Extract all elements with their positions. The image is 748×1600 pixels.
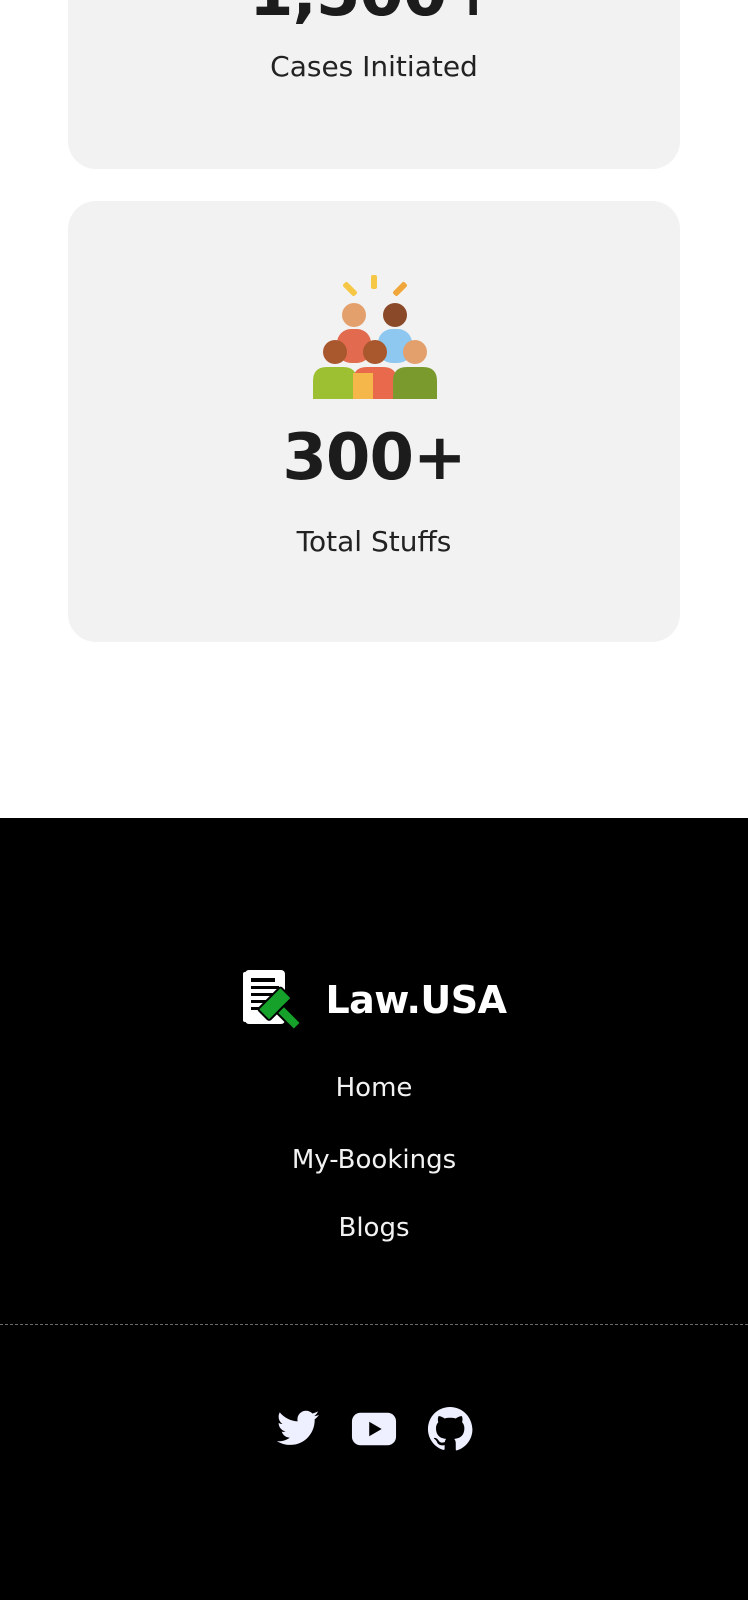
- stat-label-staff: Total Stuffs: [296, 525, 452, 558]
- footer-link-blogs[interactable]: Blogs: [0, 1215, 748, 1241]
- github-icon: [427, 1406, 473, 1451]
- people-group-icon: [313, 275, 437, 399]
- footer-link-home[interactable]: Home: [0, 1075, 748, 1101]
- document-gavel-icon: [243, 970, 303, 1032]
- twitter-link[interactable]: [275, 1406, 321, 1452]
- youtube-icon: [351, 1412, 397, 1446]
- stat-card-staff: 300+ Total Stuffs: [68, 201, 680, 642]
- footer-link-my-bookings[interactable]: My-Bookings: [0, 1147, 748, 1173]
- social-links: [0, 1406, 748, 1452]
- youtube-link[interactable]: [351, 1406, 397, 1452]
- footer: Law.USA Home My-Bookings Blogs: [0, 818, 748, 1600]
- stat-label-cases: Cases Initiated: [270, 50, 478, 83]
- footer-brand[interactable]: Law.USA: [0, 968, 748, 1032]
- github-link[interactable]: [427, 1406, 473, 1452]
- stat-number-cases: 1,500+: [68, 0, 680, 26]
- stat-card-cases: 1,500+ Cases Initiated: [68, 0, 680, 169]
- footer-divider: [0, 1324, 748, 1325]
- brand-name: Law.USA: [325, 978, 507, 1022]
- stat-number-staff: 300+: [282, 421, 466, 495]
- stats-section: 1,500+ Cases Initiated: [0, 0, 748, 818]
- page: 1,500+ Cases Initiated: [0, 0, 748, 1600]
- twitter-icon: [276, 1410, 320, 1445]
